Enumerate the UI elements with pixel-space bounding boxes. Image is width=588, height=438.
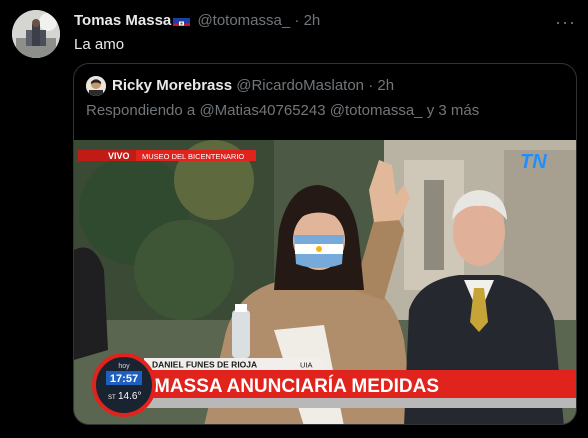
quoted-author-avatar xyxy=(86,76,106,96)
media-image[interactable]: VIVO MUSEO DEL BICENTENARIO TN DANIEL FU… xyxy=(74,140,576,424)
speaker-name: DANIEL FUNES DE RIOJA xyxy=(152,360,257,370)
quoted-author-name: Ricky Morebrass xyxy=(112,77,233,94)
reply-mention: @Matias40765243 xyxy=(199,102,326,119)
clock-time: 17:57 xyxy=(110,373,138,385)
tweet-time[interactable]: 2h xyxy=(304,12,321,29)
more-options-icon[interactable]: ··· xyxy=(555,12,576,33)
temperature-label: ST xyxy=(108,395,116,401)
quoted-separator: · xyxy=(368,77,374,94)
quoted-tweet[interactable]: Ricky Morebrass @RicardoMaslaton · 2h Re… xyxy=(73,63,577,425)
quoted-header: Ricky Morebrass @RicardoMaslaton · 2h xyxy=(112,76,394,96)
live-label: VIVO xyxy=(108,151,130,161)
headline: MASSA ANUNCIARÍA MEDIDAS xyxy=(154,375,439,397)
speaker-org: UIA xyxy=(300,361,313,370)
tweet-header: Tomas Massa @totomassa_ · 2h xyxy=(74,11,320,31)
tweet-text: La amo xyxy=(74,36,125,53)
quoted-time: 2h xyxy=(377,77,395,94)
reply-suffix: y 3 más xyxy=(422,102,480,119)
author-handle[interactable]: @totomassa_ xyxy=(197,12,290,29)
reply-mention: @totomassa_ xyxy=(329,102,423,119)
author-avatar[interactable] xyxy=(12,10,60,58)
temperature-value: 14.6° xyxy=(118,391,141,402)
location-label: MUSEO DEL BICENTENARIO xyxy=(142,152,244,161)
clock-label: hoy xyxy=(118,363,130,370)
reply-context: Respondiendo a @Matias40765243 @totomass… xyxy=(86,101,479,121)
haiti-flag-icon xyxy=(173,15,191,26)
tn-logo: TN xyxy=(520,151,547,173)
reply-prefix: Respondiendo a xyxy=(86,102,200,119)
author-name[interactable]: Tomas Massa xyxy=(74,12,171,29)
header-separator: · xyxy=(294,12,300,29)
quoted-author-handle: @RicardoMaslaton xyxy=(236,77,365,94)
